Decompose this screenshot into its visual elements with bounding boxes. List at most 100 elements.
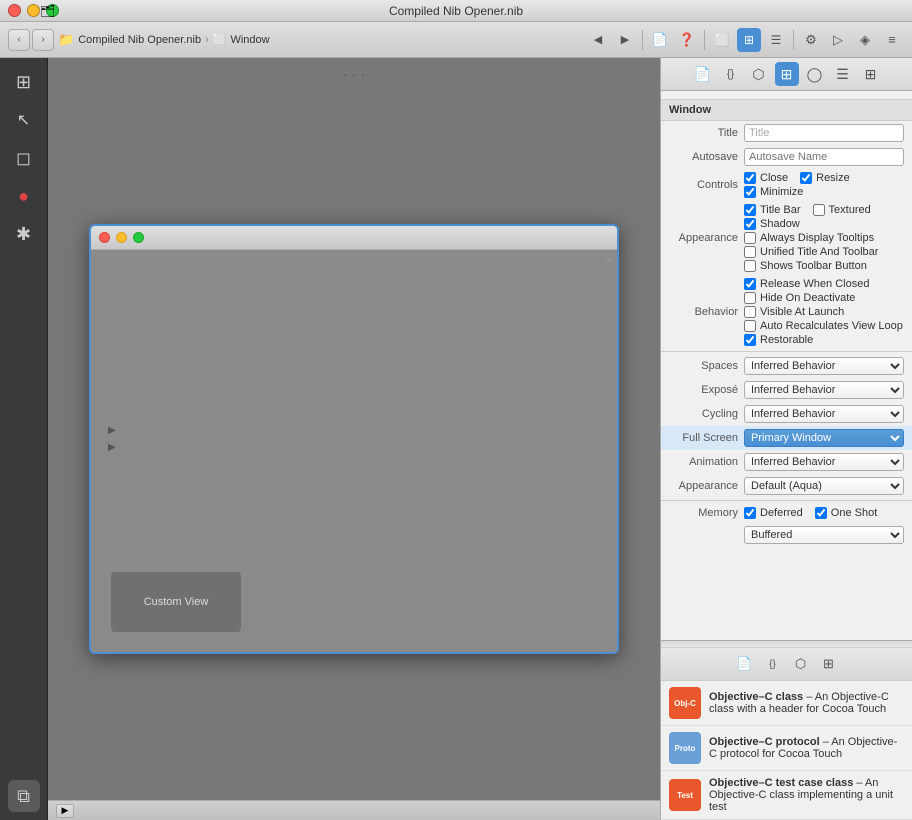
cycling-label: Cycling xyxy=(669,408,744,420)
resize-checkbox[interactable] xyxy=(800,172,812,184)
spaces-select[interactable]: Inferred Behavior xyxy=(744,357,904,375)
app-title: Compiled Nib Opener.nib xyxy=(389,4,523,18)
forward-button[interactable]: › xyxy=(32,29,54,51)
debug-btn[interactable]: ◈ xyxy=(853,28,877,52)
appearance-select-label: Appearance xyxy=(669,480,744,492)
rp-circle-btn[interactable]: ◯ xyxy=(803,62,827,86)
lib-title-proto: Objective–C protocol – An Objective-C pr… xyxy=(709,736,904,760)
quick-help-btn[interactable]: ❓ xyxy=(675,28,699,52)
inspector-panel: Window Title Autosave Controls xyxy=(661,91,912,640)
canvas-dots-top: · · · xyxy=(343,66,365,82)
animation-row: Animation Inferred Behavior xyxy=(661,450,912,474)
breadcrumb-window[interactable]: Window xyxy=(230,34,269,46)
auto-recalc-checkbox[interactable] xyxy=(744,320,756,332)
sidebar-item-cube[interactable]: ◻ xyxy=(8,142,40,174)
rp-stack-btn[interactable]: ☰ xyxy=(831,62,855,86)
visible-label: Visible At Launch xyxy=(760,306,844,318)
rp-file-btn[interactable]: 📄 xyxy=(691,62,715,86)
buffered-row: Buffered xyxy=(661,523,912,547)
bp-object-btn[interactable]: ⬡ xyxy=(789,652,813,676)
textured-label: Textured xyxy=(829,204,871,216)
memory-value: Deferred One Shot xyxy=(744,507,904,519)
lib-title-objc: Objective–C class – An Objective-C class… xyxy=(709,691,904,715)
one-shot-checkbox[interactable] xyxy=(815,507,827,519)
expose-row: Exposé Inferred Behavior xyxy=(661,378,912,402)
minimize-checkbox[interactable] xyxy=(744,186,756,198)
autosave-input[interactable] xyxy=(744,148,904,166)
restorable-label: Restorable xyxy=(760,334,813,346)
main-toolbar: ‹ › 📁 Compiled Nib Opener.nib › ⬜ Window… xyxy=(0,22,912,58)
close-checkbox[interactable] xyxy=(744,172,756,184)
shadow-label: Shadow xyxy=(760,218,800,230)
file-inspector-btn[interactable]: 📄 xyxy=(648,28,672,52)
bp-table-btn[interactable]: ⊞ xyxy=(817,652,841,676)
deferred-checkbox[interactable] xyxy=(744,507,756,519)
fullscreen-label: Full Screen xyxy=(669,432,744,444)
shadow-checkbox[interactable] xyxy=(744,218,756,230)
resize-indicator: ↗ xyxy=(604,254,613,267)
lib-icon-proto: Proto xyxy=(669,732,701,764)
sidebar-item-arrow[interactable]: ↖ xyxy=(8,104,40,136)
canvas-area: · · · ↗ Custom View ▶ ▶ · · · ▶ xyxy=(48,58,660,820)
view-toggle-1[interactable]: ⬜ xyxy=(710,28,734,52)
cycling-select[interactable]: Inferred Behavior xyxy=(744,405,904,423)
spaces-row: Spaces Inferred Behavior xyxy=(661,354,912,378)
share-btn[interactable]: ≡ xyxy=(880,28,904,52)
breadcrumb-separator: › xyxy=(205,34,209,46)
run-btn[interactable]: ▷ xyxy=(826,28,850,52)
settings-btn[interactable]: ⚙ xyxy=(799,28,823,52)
release-checkbox[interactable] xyxy=(744,278,756,290)
fullscreen-select[interactable]: Primary Window xyxy=(744,429,904,447)
left-sidebar: ⊞ ↖ ◻ ● ✱ ⧉ xyxy=(0,58,48,820)
rp-object-btn[interactable]: ⬡ xyxy=(747,62,771,86)
always-tooltips-checkbox[interactable] xyxy=(744,232,756,244)
titlebar-checkbox[interactable] xyxy=(744,204,756,216)
buffered-select[interactable]: Buffered xyxy=(744,526,904,544)
auto-recalc-label: Auto Recalculates View Loop xyxy=(760,320,903,332)
preview-close-btn xyxy=(99,232,110,243)
back-button[interactable]: ‹ xyxy=(8,29,30,51)
view-toggle-3[interactable]: ☰ xyxy=(764,28,788,52)
minimize-button[interactable] xyxy=(27,4,40,17)
textured-checkbox[interactable] xyxy=(813,204,825,216)
unified-checkbox[interactable] xyxy=(744,246,756,258)
hide-label: Hide On Deactivate xyxy=(760,292,855,304)
animation-value: Inferred Behavior xyxy=(744,453,904,471)
bp-code-btn[interactable]: {} xyxy=(761,652,785,676)
toolbar-right-icons: ◀ ▶ 📄 ❓ ⬜ ⊞ ☰ ⚙ ▷ ◈ ≡ xyxy=(586,28,904,52)
bp-file-btn[interactable]: 📄 xyxy=(733,652,757,676)
stop-button[interactable]: ▶ xyxy=(613,28,637,52)
minimize-label: Minimize xyxy=(760,186,803,198)
play-button[interactable]: ◀ xyxy=(586,28,610,52)
lib-icon-proto-label: Proto xyxy=(675,744,696,753)
hide-checkbox[interactable] xyxy=(744,292,756,304)
sidebar-item-tools[interactable]: ✱ xyxy=(8,218,40,250)
visible-checkbox[interactable] xyxy=(744,306,756,318)
expose-select[interactable]: Inferred Behavior xyxy=(744,381,904,399)
resize-label: Resize xyxy=(816,172,850,184)
view-toggle-2[interactable]: ⊞ xyxy=(737,28,761,52)
library-item-objc-test[interactable]: Test Objective–C test case class – An Ob… xyxy=(661,771,912,820)
library-item-objc-protocol[interactable]: Proto Objective–C protocol – An Objectiv… xyxy=(661,726,912,771)
library-item-objc-class[interactable]: Obj-C Objective–C class – An Objective-C… xyxy=(661,681,912,726)
sidebar-item-sphere[interactable]: ● xyxy=(8,180,40,212)
autosave-label: Autosave xyxy=(669,151,744,163)
appearance-select-value: Default (Aqua) xyxy=(744,477,904,495)
deferred-label: Deferred xyxy=(760,507,803,519)
close-button[interactable] xyxy=(8,4,21,17)
breadcrumb-nib[interactable]: Compiled Nib Opener.nib xyxy=(78,34,201,46)
sidebar-item-apps[interactable]: ⊞ xyxy=(8,66,40,98)
add-object-button[interactable]: ▶ xyxy=(56,804,74,818)
restorable-checkbox[interactable] xyxy=(744,334,756,346)
rp-link-btn[interactable]: ⊞ xyxy=(859,62,883,86)
right-panel-toolbar: 📄 {} ⬡ ⊞ ◯ ☰ ⊞ xyxy=(661,58,912,91)
preview-body: ↗ Custom View xyxy=(91,250,617,652)
sidebar-item-layers[interactable]: ⧉ xyxy=(8,780,40,812)
title-input[interactable] xyxy=(744,124,904,142)
animation-select[interactable]: Inferred Behavior xyxy=(744,453,904,471)
rp-code-btn[interactable]: {} xyxy=(719,62,743,86)
shows-toolbar-checkbox[interactable] xyxy=(744,260,756,272)
lib-text-objc: Objective–C class – An Objective-C class… xyxy=(709,691,904,715)
rp-table-btn[interactable]: ⊞ xyxy=(775,62,799,86)
appearance-select[interactable]: Default (Aqua) xyxy=(744,477,904,495)
